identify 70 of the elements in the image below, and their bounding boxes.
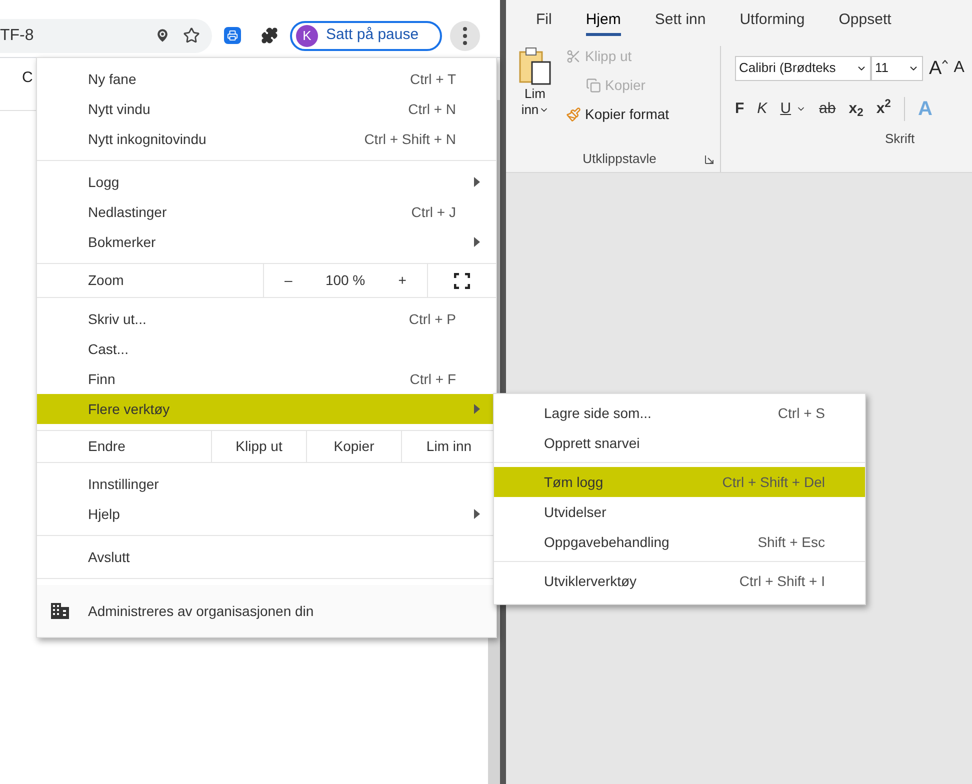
menu-item[interactable]: Cast... [37, 334, 496, 364]
menu-item[interactable]: Utvidelser [494, 497, 865, 527]
shortcut-text: Ctrl + Shift + N [364, 130, 456, 148]
ribbon-tab[interactable]: Hjem [586, 8, 621, 36]
menu-item[interactable]: Nedlastinger Ctrl + J [37, 197, 496, 227]
shortcut-text: Ctrl + J [411, 202, 456, 222]
menu-item[interactable]: Ny fane Ctrl + T [37, 64, 496, 94]
dialog-launcher-icon[interactable] [705, 154, 714, 164]
font-name-field[interactable]: Calibri (Brødteks [735, 56, 871, 80]
paste-label[interactable]: inn [521, 101, 539, 119]
ribbon-tab[interactable]: Utforming [740, 8, 805, 36]
zoom-level: 100 % [325, 271, 366, 290]
page-text: C [22, 69, 33, 86]
menu-item[interactable]: Bokmerker [37, 227, 496, 257]
avatar-initial: K [296, 24, 318, 46]
menu-item[interactable]: Avslutt [37, 542, 496, 572]
zoom-label: Zoom [87, 271, 125, 290]
edit-action-button[interactable]: Kopier [306, 431, 401, 462]
address-bar[interactable]: TF-8 [0, 18, 212, 52]
group-label: Skrift [885, 130, 915, 148]
menu-item[interactable]: Hjelp [37, 499, 496, 529]
menu-item[interactable]: Opprett snarvei [494, 428, 865, 458]
extension-icon[interactable] [224, 27, 241, 44]
font-size-field[interactable]: 11 [871, 56, 923, 80]
shortcut-text: Ctrl + Shift + I [739, 572, 825, 590]
menu-item[interactable]: Tøm logg Ctrl + Shift + Del [494, 467, 865, 497]
building-icon [51, 603, 69, 619]
grow-font-button[interactable]: A [929, 58, 942, 78]
zoom-in-button[interactable]: + [390, 270, 414, 291]
format-painter-button[interactable]: Kopier format [585, 104, 670, 125]
strikethrough-button[interactable]: ab [819, 98, 836, 120]
menu-item[interactable]: Finn Ctrl + F [37, 364, 496, 394]
subscript-button[interactable]: x$_{2}$ [848, 98, 864, 120]
superscript-button[interactable]: x$^{2}$ [876, 98, 891, 120]
extensions-puzzle-icon[interactable] [261, 27, 278, 44]
ribbon-tab[interactable]: Fil [536, 8, 552, 36]
italic-button[interactable]: K [757, 98, 768, 120]
menu-item[interactable]: Flere verktøy [37, 394, 496, 424]
shortcut-text: Ctrl + N [408, 100, 456, 118]
shortcut-text: Ctrl + F [410, 370, 456, 388]
shrink-font-button[interactable]: A [954, 56, 964, 80]
shortcut-text: Ctrl + T [410, 70, 456, 88]
underline-button[interactable]: U [780, 98, 792, 120]
menu-item[interactable]: Innstillinger [37, 469, 496, 499]
menu-item[interactable]: Logg [37, 167, 496, 197]
shortcut-text: Shift + Esc [758, 532, 825, 552]
shortcut-text: Ctrl + S [778, 404, 825, 422]
shortcut-text: Ctrl + P [408, 310, 456, 328]
edit-label: Endre [87, 437, 126, 456]
shortcut-text: Ctrl + Shift + Del [722, 472, 825, 492]
ribbon-tab[interactable]: Sett inn [654, 8, 706, 36]
profile-button[interactable]: K Satt på pause [290, 20, 442, 50]
edit-action-button[interactable]: Klipp ut [211, 431, 306, 462]
managed-notice[interactable]: Administreres av organisasjonen din [88, 600, 314, 622]
zoom-out-button[interactable]: – [276, 270, 300, 291]
menu-button[interactable] [450, 20, 480, 50]
fullscreen-icon[interactable] [454, 272, 470, 288]
ribbon-tab[interactable]: Oppsett [838, 8, 892, 36]
caret-up-icon[interactable] [942, 60, 948, 64]
menu-item[interactable]: Skriv ut... Ctrl + P [37, 304, 496, 334]
bold-button[interactable]: F [735, 98, 744, 120]
menu-item[interactable]: Nytt inkognitovindu Ctrl + Shift + N [37, 124, 496, 154]
menu-item[interactable]: Oppgavebehandling Shift + Esc [494, 527, 865, 557]
menu-item[interactable]: Nytt vindu Ctrl + N [37, 94, 496, 124]
bookmark-star-icon[interactable] [183, 27, 200, 44]
clipboard-paste-icon[interactable] [518, 46, 552, 86]
menu-item[interactable]: Utviklerverktøy Ctrl + Shift + I [494, 566, 865, 596]
group-label: Utklippstavle [582, 150, 658, 168]
menu-item[interactable]: Lagre side som... Ctrl + S [494, 398, 865, 428]
paste-label[interactable]: Lim [524, 86, 546, 101]
